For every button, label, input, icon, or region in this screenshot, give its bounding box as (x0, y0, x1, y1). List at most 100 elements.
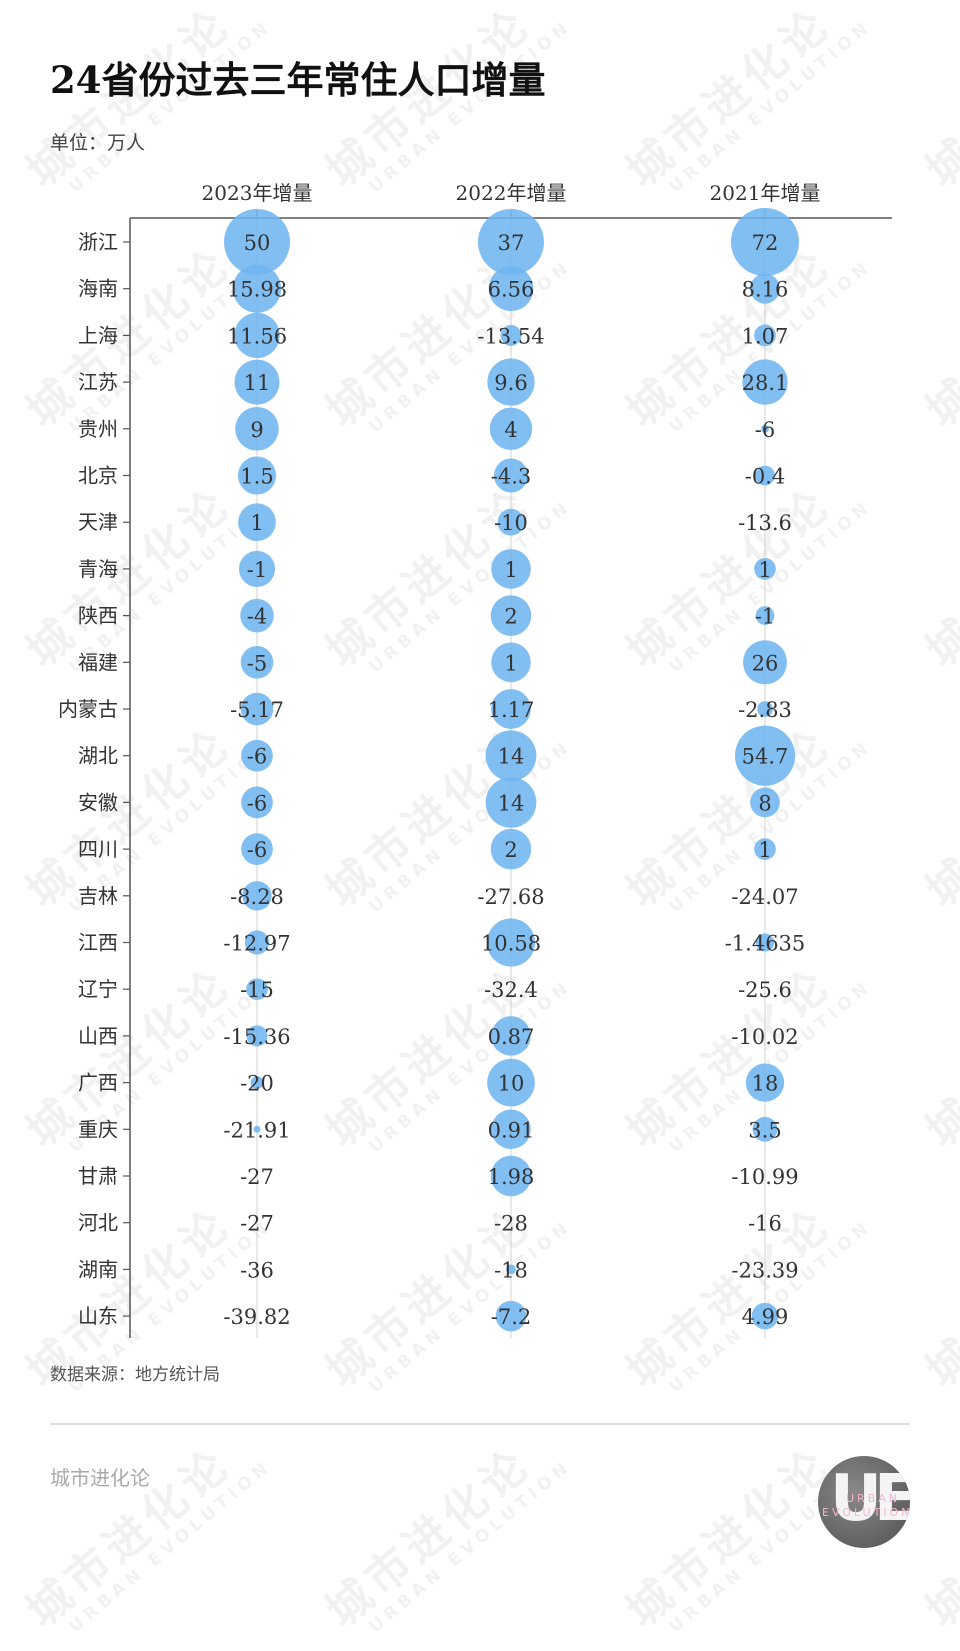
logo-text-evolution: EVOLUTION (822, 1506, 910, 1519)
value-label: -5 (247, 651, 267, 675)
category-label: 湖北 (78, 744, 118, 768)
value-label: 8.16 (742, 278, 789, 302)
value-label: 18 (752, 1072, 779, 1096)
value-label: -8.28 (230, 885, 284, 909)
data-source: 数据来源：地方统计局 (50, 1365, 220, 1385)
value-label: 8 (758, 791, 771, 815)
value-label: -1 (247, 558, 267, 582)
value-label: 14 (498, 791, 525, 815)
column-header: 2022年增量 (456, 181, 567, 205)
category-label: 江西 (78, 931, 118, 955)
value-label: 10 (498, 1072, 525, 1096)
value-label: 3.5 (748, 1118, 781, 1142)
value-label: -6 (755, 418, 775, 442)
value-label: 11 (244, 371, 271, 395)
value-label: 1.98 (488, 1165, 535, 1189)
chart-title: 24省份过去三年常住人口增量 (50, 58, 546, 102)
value-label: -12.97 (223, 932, 290, 956)
footer-divider (50, 1423, 910, 1425)
value-label: -21.91 (223, 1118, 290, 1142)
value-label: -10.02 (731, 1025, 798, 1049)
column-header: 2021年增量 (710, 181, 821, 205)
value-label: 9 (250, 418, 263, 442)
value-label: -25.6 (738, 978, 792, 1002)
value-label: 10.58 (481, 932, 541, 956)
watermark: 城市进化论URBAN EVOLUTION (317, 1437, 576, 1638)
brand-logo: UE URBAN EVOLUTION (818, 1456, 910, 1548)
value-label: -4.3 (491, 465, 532, 489)
value-label: -32.4 (484, 978, 538, 1002)
value-label: -6 (247, 745, 267, 769)
category-label: 吉林 (78, 884, 118, 908)
column-header: 2023年增量 (202, 181, 313, 205)
category-label: 山西 (78, 1024, 118, 1048)
value-label: -4 (247, 605, 267, 629)
category-label: 甘肃 (78, 1164, 118, 1188)
value-label: -7.2 (491, 1305, 532, 1329)
watermark: 城市进化论URBAN EVOLUTION (917, 1437, 960, 1638)
category-label: 天津 (78, 510, 118, 534)
category-label: 内蒙古 (58, 697, 118, 721)
category-label: 福建 (78, 650, 118, 674)
value-label: 0.87 (488, 1025, 535, 1049)
value-label: 2 (504, 838, 517, 862)
value-label: 4.99 (742, 1305, 789, 1329)
value-label: 50 (244, 231, 271, 255)
value-label: -15.36 (223, 1025, 290, 1049)
value-label: -13.6 (738, 511, 792, 535)
value-label: 54.7 (742, 745, 789, 769)
value-label: 6.56 (488, 278, 535, 302)
value-label: -18 (494, 1258, 528, 1282)
category-label: 海南 (78, 277, 118, 301)
value-label: 15.98 (227, 278, 287, 302)
value-label: 9.6 (494, 371, 527, 395)
value-label: 37 (498, 231, 525, 255)
value-label: -13.54 (477, 324, 544, 348)
value-label: 4 (504, 418, 517, 442)
category-label: 浙江 (78, 230, 118, 254)
value-label: 14 (498, 745, 525, 769)
value-label: -1.4635 (725, 932, 806, 956)
category-label: 北京 (78, 464, 118, 488)
category-label: 广西 (78, 1071, 118, 1095)
logo-text-urban: URBAN (846, 1492, 900, 1505)
category-label: 山东 (78, 1304, 118, 1328)
value-label: 11.56 (227, 324, 287, 348)
value-label: 28.1 (742, 371, 789, 395)
value-label: -10 (494, 511, 528, 535)
category-label: 陕西 (78, 604, 118, 628)
category-label: 青海 (78, 557, 118, 581)
value-label: 1 (758, 558, 771, 582)
value-label: -16 (748, 1212, 782, 1236)
value-label: 0.91 (488, 1118, 535, 1142)
value-label: -28 (494, 1212, 528, 1236)
unit-label: 单位：万人 (50, 132, 146, 154)
category-label: 贵州 (78, 417, 118, 441)
brand-name: 城市进化论 (50, 1466, 150, 1490)
value-label: 1.07 (742, 324, 789, 348)
bubble-chart: 2023年增量 2022年增量 2021年增量浙江海南上海江苏贵州北京天津青海陕西福… (58, 181, 892, 1338)
value-label: -1 (755, 605, 775, 629)
value-label: -27 (240, 1212, 274, 1236)
value-label: -2.83 (738, 698, 792, 722)
category-label: 四川 (78, 837, 118, 861)
category-label: 重庆 (78, 1117, 118, 1141)
value-label: 1.5 (240, 465, 273, 489)
value-label: -27.68 (477, 885, 544, 909)
value-label: -36 (240, 1258, 274, 1282)
value-label: -24.07 (731, 885, 798, 909)
value-label: -15 (240, 978, 274, 1002)
value-label: 1 (504, 651, 517, 675)
value-label: -39.82 (223, 1305, 290, 1329)
value-label: -5.17 (230, 698, 284, 722)
category-label: 河北 (78, 1211, 118, 1235)
value-label: -27 (240, 1165, 274, 1189)
value-label: -23.39 (731, 1258, 798, 1282)
category-label: 上海 (78, 323, 118, 347)
category-label: 安徽 (78, 790, 118, 814)
category-label: 湖南 (78, 1257, 118, 1281)
value-label: -6 (247, 838, 267, 862)
value-label: 2 (504, 605, 517, 629)
value-label: 26 (752, 651, 779, 675)
value-label: -6 (247, 791, 267, 815)
